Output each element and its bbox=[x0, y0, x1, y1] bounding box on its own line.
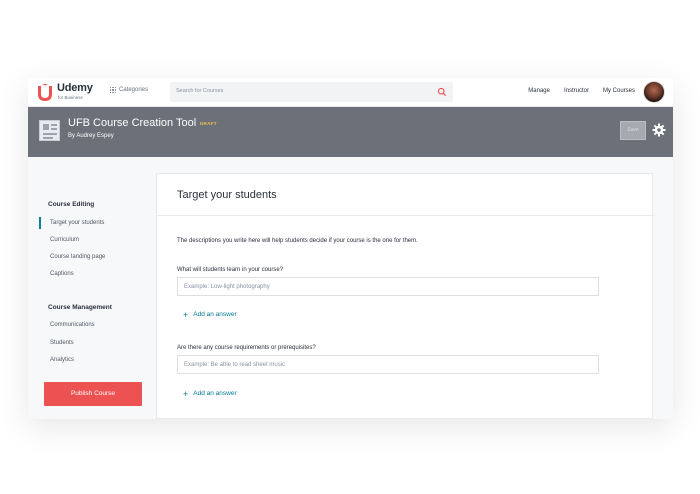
nav-link-manage[interactable]: Manage bbox=[528, 88, 550, 94]
sidebar-heading-course-editing: Course Editing bbox=[48, 201, 95, 208]
requirements-answer-input[interactable]: Example: Be able to read sheet music bbox=[177, 355, 599, 374]
gear-icon[interactable] bbox=[652, 123, 666, 137]
categories-label: Categories bbox=[119, 87, 149, 93]
search-input[interactable]: Search for Courses bbox=[170, 82, 453, 102]
requirements-answer-placeholder: Example: Be able to read sheet music bbox=[184, 362, 286, 368]
sidebar-item-curriculum[interactable]: Curriculum bbox=[50, 237, 79, 243]
status-badge: DRAFT bbox=[200, 121, 217, 126]
save-button[interactable]: Save bbox=[620, 121, 646, 140]
publish-course-button[interactable]: Publish Course bbox=[44, 382, 142, 406]
logo-text: Udemy bbox=[57, 82, 93, 94]
course-author: By Audrey Espey bbox=[68, 133, 114, 139]
udemy-logo[interactable]: Udemy for Business bbox=[36, 82, 106, 104]
search-placeholder: Search for Courses bbox=[176, 88, 224, 94]
page-title: Target your students bbox=[177, 189, 277, 201]
top-navbar: Udemy for Business Categories Search for… bbox=[28, 78, 673, 107]
question-label-requirements: Are there any course requirements or pre… bbox=[177, 345, 316, 351]
sidebar-item-captions[interactable]: Captions bbox=[50, 271, 74, 277]
sidebar: Course Editing Target your students Curr… bbox=[28, 157, 156, 419]
sidebar-item-landing-page[interactable]: Course landing page bbox=[50, 254, 105, 260]
categories-menu[interactable]: Categories bbox=[110, 87, 148, 93]
udemy-logo-icon bbox=[38, 84, 52, 101]
sidebar-heading-course-management: Course Management bbox=[48, 304, 112, 311]
sidebar-item-target-students[interactable]: Target your students bbox=[38, 217, 104, 229]
learn-answer-placeholder: Example: Low-light photography bbox=[184, 284, 270, 290]
avatar[interactable] bbox=[643, 81, 665, 103]
course-thumbnail bbox=[39, 120, 60, 141]
divider bbox=[157, 215, 654, 216]
app-window: Udemy for Business Categories Search for… bbox=[28, 78, 673, 419]
sidebar-item-analytics[interactable]: Analytics bbox=[50, 357, 74, 363]
nav-link-my-courses[interactable]: My Courses bbox=[603, 88, 635, 94]
add-answer-button[interactable]: + Add an answer bbox=[183, 388, 237, 399]
grid-icon bbox=[110, 87, 116, 93]
sidebar-item-communications[interactable]: Communications bbox=[50, 322, 95, 328]
course-header: UFB Course Creation Tool DRAFT By Audrey… bbox=[28, 107, 673, 157]
add-answer-button[interactable]: + Add an answer bbox=[183, 309, 237, 320]
nav-link-instructor[interactable]: Instructor bbox=[564, 88, 589, 94]
plus-icon: + bbox=[183, 388, 189, 399]
sidebar-item-students[interactable]: Students bbox=[50, 340, 74, 346]
course-title: UFB Course Creation Tool bbox=[68, 117, 197, 129]
add-answer-label: Add an answer bbox=[193, 390, 237, 397]
search-icon[interactable] bbox=[437, 87, 447, 97]
target-students-panel: Target your students The descriptions yo… bbox=[156, 173, 654, 419]
question-label-learn: What will students learn in your course? bbox=[177, 267, 284, 273]
add-answer-label: Add an answer bbox=[193, 311, 237, 318]
plus-icon: + bbox=[183, 309, 189, 320]
logo-subtext: for Business bbox=[58, 95, 83, 100]
page-description: The descriptions you write here will hel… bbox=[177, 238, 418, 244]
nav-links: Manage Instructor My Courses bbox=[528, 88, 635, 94]
learn-answer-input[interactable]: Example: Low-light photography bbox=[177, 277, 599, 296]
